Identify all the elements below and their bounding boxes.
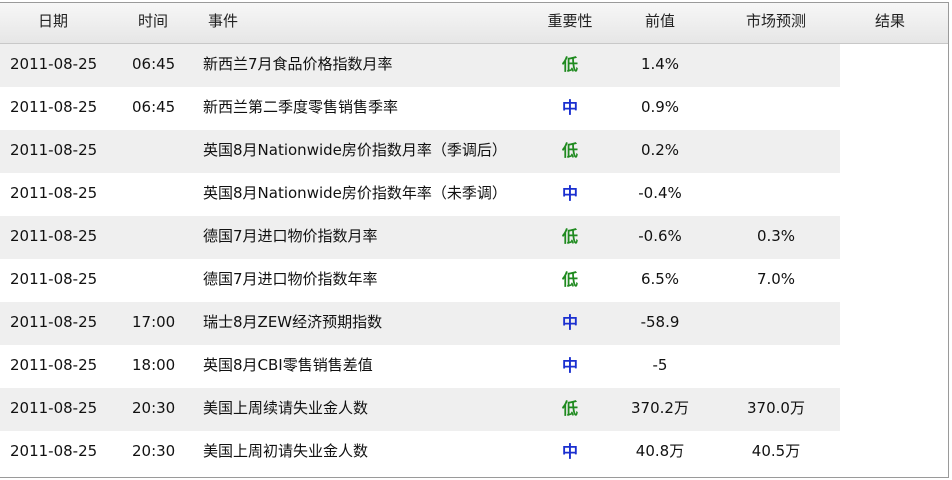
cell-date: 2011-08-25 xyxy=(10,356,98,374)
header-time[interactable]: 时间 xyxy=(138,3,168,41)
cell-event: 瑞士8月ZEW经济预期指数 xyxy=(203,313,383,331)
cell-result xyxy=(840,87,940,130)
cell-forecast: 7.0% xyxy=(756,270,796,288)
cell-forecast xyxy=(728,44,824,87)
cell-result xyxy=(840,431,940,474)
calendar-table: 日期 时间 事件 重要性 前值 市场预测 结果 2011-08-25 06:45 新… xyxy=(0,2,949,478)
table-row[interactable]: 2011-08-25 20:30 美国上周初请失业金人数 中 40.8万 40.5万 xyxy=(0,431,948,474)
table-body: 2011-08-25 06:45 新西兰7月食品价格指数月率低 1.4% 2011-08… xyxy=(0,44,948,474)
cell-result xyxy=(840,216,940,259)
cell-previous: -5 xyxy=(652,356,668,374)
cell-date: 2011-08-25 xyxy=(10,141,98,159)
cell-importance: 中 xyxy=(561,442,578,461)
cell-previous: 0.9% xyxy=(640,98,680,116)
cell-event: 新西兰7月食品价格指数月率 xyxy=(203,55,393,73)
cell-event: 美国上周续请失业金人数 xyxy=(203,399,369,417)
cell-date: 2011-08-25 xyxy=(10,270,98,288)
cell-previous: 40.8万 xyxy=(635,442,685,460)
cell-importance: 低 xyxy=(561,55,578,74)
header-result[interactable]: 结果 xyxy=(840,3,940,41)
cell-date: 2011-08-25 xyxy=(10,227,98,245)
cell-time: 06:45 xyxy=(132,55,176,73)
header-event[interactable]: 事件 xyxy=(208,3,238,41)
cell-forecast xyxy=(728,87,824,130)
cell-date: 2011-08-25 xyxy=(10,184,98,202)
cell-forecast: 0.3% xyxy=(756,227,796,245)
cell-event: 德国7月进口物价指数年率 xyxy=(203,270,378,288)
row-background xyxy=(0,216,840,259)
cell-time: 17:00 xyxy=(132,313,176,331)
cell-forecast: 40.5万 xyxy=(751,442,801,460)
table-row[interactable]: 2011-08-25 20:30 美国上周续请失业金人数 低 370.2万 370.0万 xyxy=(0,388,948,431)
cell-result xyxy=(840,130,940,173)
cell-result xyxy=(840,44,940,87)
cell-date: 2011-08-25 xyxy=(10,55,98,73)
cell-previous: 370.2万 xyxy=(631,399,689,417)
table-row[interactable]: 2011-08-25 英国8月Nationwide房价指数月率（季调后） 低 0.2% xyxy=(0,130,948,173)
cell-time: 20:30 xyxy=(132,399,176,417)
cell-importance: 中 xyxy=(561,98,578,117)
cell-importance: 低 xyxy=(561,141,578,160)
cell-event: 英国8月Nationwide房价指数年率（未季调） xyxy=(203,184,507,202)
cell-event: 英国8月Nationwide房价指数月率（季调后） xyxy=(203,141,507,159)
cell-event: 德国7月进口物价指数月率 xyxy=(203,227,378,245)
cell-forecast: 370.0万 xyxy=(747,399,805,417)
header-importance[interactable]: 重要性 xyxy=(540,3,600,41)
cell-result xyxy=(840,388,940,431)
cell-date: 2011-08-25 xyxy=(10,399,98,417)
table-row[interactable]: 2011-08-25 英国8月Nationwide房价指数年率（未季调） 中 -0.4… xyxy=(0,173,948,216)
cell-time: 20:30 xyxy=(132,442,176,460)
cell-result xyxy=(840,345,940,388)
cell-importance: 中 xyxy=(561,356,578,375)
cell-previous: 1.4% xyxy=(640,55,680,73)
cell-date: 2011-08-25 xyxy=(10,442,98,460)
cell-forecast xyxy=(728,302,824,345)
header-date[interactable]: 日期 xyxy=(38,3,68,41)
table-row[interactable]: 2011-08-25 德国7月进口物价指数月率 低 -0.6% 0.3% xyxy=(0,216,948,259)
cell-event: 新西兰第二季度零售销售季率 xyxy=(203,98,399,116)
cell-forecast xyxy=(728,130,824,173)
cell-result xyxy=(840,302,940,345)
cell-importance: 中 xyxy=(561,313,578,332)
cell-previous: 6.5% xyxy=(640,270,680,288)
header-forecast[interactable]: 市场预测 xyxy=(728,3,824,41)
cell-previous: -58.9 xyxy=(640,313,680,331)
cell-importance: 低 xyxy=(561,270,578,289)
cell-time: 06:45 xyxy=(132,98,176,116)
cell-previous: -0.6% xyxy=(638,227,682,245)
cell-date: 2011-08-25 xyxy=(10,313,98,331)
table-row[interactable]: 2011-08-25 德国7月进口物价指数年率 低 6.5% 7.0% xyxy=(0,259,948,302)
table-header: 日期 时间 事件 重要性 前值 市场预测 结果 xyxy=(0,3,948,44)
cell-event: 美国上周初请失业金人数 xyxy=(203,442,369,460)
cell-event: 英国8月CBI零售销售差值 xyxy=(203,356,373,374)
cell-forecast xyxy=(728,173,824,216)
cell-importance: 低 xyxy=(561,399,578,418)
table-row[interactable]: 2011-08-25 17:00 瑞士8月ZEW经济预期指数 中 -58.9 xyxy=(0,302,948,345)
row-background xyxy=(0,44,840,87)
table-row[interactable]: 2011-08-25 06:45 新西兰7月食品价格指数月率 低 1.4% xyxy=(0,44,948,87)
row-background xyxy=(0,388,840,431)
row-background xyxy=(0,302,840,345)
cell-previous: 0.2% xyxy=(640,141,680,159)
cell-time: 18:00 xyxy=(132,356,176,374)
table-row[interactable]: 2011-08-25 18:00 英国8月CBI零售销售差值 中 -5 xyxy=(0,345,948,388)
cell-importance: 中 xyxy=(561,184,578,203)
cell-forecast xyxy=(728,345,824,388)
cell-result xyxy=(840,173,940,216)
cell-date: 2011-08-25 xyxy=(10,98,98,116)
cell-previous: -0.4% xyxy=(638,184,682,202)
cell-importance: 低 xyxy=(561,227,578,246)
table-row[interactable]: 2011-08-25 06:45 新西兰第二季度零售销售季率 中 0.9% xyxy=(0,87,948,130)
header-previous[interactable]: 前值 xyxy=(612,3,708,41)
cell-result xyxy=(840,259,940,302)
